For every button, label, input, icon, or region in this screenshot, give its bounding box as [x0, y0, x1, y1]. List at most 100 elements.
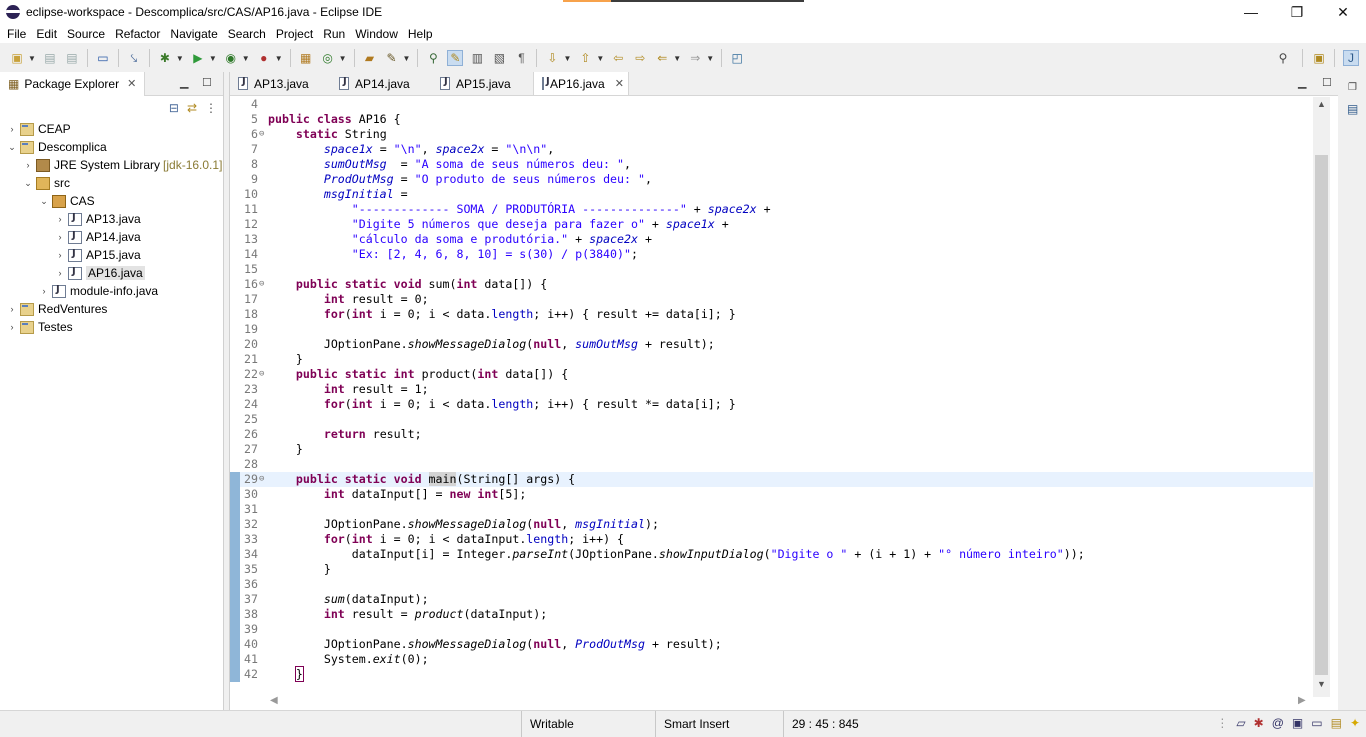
pin-editor-icon[interactable]: ◰ — [729, 50, 745, 66]
console-icon[interactable]: ▭ — [1311, 716, 1322, 730]
scroll-right-icon[interactable]: ▶ — [1298, 695, 1306, 706]
tip-lightbulb-icon[interactable]: ✦ — [1350, 716, 1360, 730]
vertical-scrollbar[interactable]: ▲ ▼ — [1313, 97, 1330, 697]
chevron-right-icon[interactable]: › — [6, 124, 18, 134]
open-type-icon[interactable]: ▰ — [362, 50, 378, 66]
new-dropdown-icon[interactable]: ▼ — [28, 54, 36, 63]
chevron-right-icon[interactable]: › — [6, 304, 18, 314]
tree-item[interactable]: › JRE System Library [jdk-16.0.1] — [0, 156, 223, 174]
close-view-icon[interactable]: ✕ — [127, 77, 136, 90]
run-dropdown-icon[interactable]: ▼ — [209, 54, 217, 63]
maximize-view-icon[interactable]: ☐ — [202, 76, 212, 89]
progress-icon[interactable]: ▤ — [1331, 716, 1342, 730]
chevron-right-icon[interactable]: › — [6, 322, 18, 332]
tree-item[interactable]: ⌄ src — [0, 174, 223, 192]
search-tool-icon[interactable]: ✎ — [384, 50, 400, 66]
chevron-right-icon[interactable]: › — [54, 250, 66, 260]
editor-tab[interactable]: AP14.java — [331, 72, 432, 95]
menu-window[interactable]: Window — [350, 27, 403, 41]
open-perspective-icon[interactable]: ▣ — [1311, 50, 1327, 66]
new-class-dropdown-icon[interactable]: ▼ — [339, 54, 347, 63]
chevron-right-icon[interactable]: › — [54, 214, 66, 224]
maximize-button[interactable]: ❐ — [1274, 0, 1320, 24]
editor-tab[interactable]: AP13.java — [230, 72, 331, 95]
mark-occurrences-icon[interactable]: ✎ — [447, 50, 464, 66]
tree-item[interactable]: › AP14.java — [0, 228, 223, 246]
maximize-editor-icon[interactable]: ☐ — [1322, 76, 1332, 89]
minimize-button[interactable]: — — [1228, 0, 1274, 24]
back-dropdown-icon[interactable]: ▼ — [673, 54, 681, 63]
close-tab-icon[interactable]: ✕ — [615, 77, 624, 90]
forward-edit-icon[interactable]: ⇨ — [632, 50, 648, 66]
run-icon[interactable]: ▶ — [190, 50, 206, 66]
new-icon[interactable]: ▣ — [9, 50, 25, 66]
toggle-annotation-icon[interactable]: ⚲ — [425, 50, 441, 66]
back-icon[interactable]: ⇐ — [654, 50, 670, 66]
terminal-icon[interactable]: ▭ — [95, 50, 111, 66]
tree-item[interactable]: › AP13.java — [0, 210, 223, 228]
chevron-right-icon[interactable]: › — [22, 160, 34, 170]
chevron-right-icon[interactable]: › — [54, 268, 66, 278]
new-java-package-icon[interactable]: ▦ — [298, 50, 314, 66]
outline-view-icon[interactable]: ▤ — [1347, 102, 1358, 116]
restore-icon[interactable]: ❐ — [1348, 82, 1357, 93]
tree-item[interactable]: ⌄ Descomplica — [0, 138, 223, 156]
external-tools-dropdown-icon[interactable]: ▼ — [275, 54, 283, 63]
editor-tab[interactable]: AP15.java — [432, 72, 533, 95]
chevron-down-icon[interactable]: ⌄ — [38, 196, 50, 207]
tree-item[interactable]: › Testes — [0, 318, 223, 336]
tree-item[interactable]: › AP16.java — [0, 264, 223, 282]
menu-run[interactable]: Run — [318, 27, 350, 41]
save-all-icon[interactable]: ▤ — [64, 50, 80, 66]
chevron-down-icon[interactable]: ⌄ — [6, 142, 18, 153]
tree-item[interactable]: › AP15.java — [0, 246, 223, 264]
menu-search[interactable]: Search — [223, 27, 271, 41]
save-icon[interactable]: ▤ — [42, 50, 58, 66]
skip-breakpoints-icon[interactable]: ⤥ — [126, 50, 142, 66]
java-perspective-icon[interactable]: J — [1343, 50, 1359, 66]
menu-source[interactable]: Source — [62, 27, 110, 41]
problems-icon[interactable]: ✱ — [1254, 716, 1264, 730]
view-menu-icon[interactable]: ⋮ — [205, 101, 217, 115]
chevron-down-icon[interactable]: ⌄ — [22, 178, 34, 189]
block-selection-icon[interactable]: ▧ — [491, 50, 507, 66]
editor-tab[interactable]: AP16.java ✕ — [533, 72, 629, 95]
scroll-left-icon[interactable]: ◀ — [270, 695, 278, 706]
menu-project[interactable]: Project — [271, 27, 318, 41]
external-tools-icon[interactable]: ● — [256, 50, 272, 66]
javadoc-icon[interactable]: @ — [1272, 716, 1284, 730]
previous-annotation-icon[interactable]: ⇧ — [577, 50, 593, 66]
minimize-view-icon[interactable]: ▁ — [180, 76, 188, 89]
scroll-down-icon[interactable]: ▼ — [1317, 679, 1326, 689]
tree-item[interactable]: ⌄ CAS — [0, 192, 223, 210]
chevron-right-icon[interactable]: › — [54, 232, 66, 242]
package-explorer-tab[interactable]: ▦ Package Explorer ✕ — [0, 71, 146, 96]
next-annotation-dropdown-icon[interactable]: ▼ — [563, 54, 571, 63]
previous-annotation-dropdown-icon[interactable]: ▼ — [596, 54, 604, 63]
menu-file[interactable]: File — [2, 27, 31, 41]
menu-refactor[interactable]: Refactor — [110, 27, 165, 41]
tasks-icon[interactable]: ▱ — [1236, 716, 1245, 730]
word-wrap-icon[interactable]: ▥ — [469, 50, 485, 66]
debug-icon[interactable]: ✱ — [157, 50, 173, 66]
new-java-class-icon[interactable]: ◎ — [320, 50, 336, 66]
tree-item[interactable]: › CEAP — [0, 120, 223, 138]
tree-item[interactable]: › module-info.java — [0, 282, 223, 300]
last-edit-location-icon[interactable]: ⇦ — [610, 50, 626, 66]
close-button[interactable]: ✕ — [1320, 0, 1366, 24]
tree-item[interactable]: › RedVentures — [0, 300, 223, 318]
next-annotation-icon[interactable]: ⇩ — [544, 50, 560, 66]
menu-help[interactable]: Help — [403, 27, 438, 41]
minimize-editor-icon[interactable]: ▁ — [1298, 76, 1306, 89]
forward-icon[interactable]: ⇒ — [687, 50, 703, 66]
debug-dropdown-icon[interactable]: ▼ — [176, 54, 184, 63]
forward-dropdown-icon[interactable]: ▼ — [706, 54, 714, 63]
menu-navigate[interactable]: Navigate — [165, 27, 222, 41]
vertical-scrollbar-thumb[interactable] — [1315, 155, 1328, 675]
search-dropdown-icon[interactable]: ▼ — [403, 54, 411, 63]
horizontal-scrollbar[interactable]: ◀ ▶ — [268, 694, 1313, 708]
code-editor[interactable]: 4 5 public class AP16 {6 ⊖ static String 7 s… — [230, 97, 1313, 683]
coverage-dropdown-icon[interactable]: ▼ — [242, 54, 250, 63]
collapse-all-icon[interactable]: ⊟ — [169, 101, 179, 115]
chevron-right-icon[interactable]: › — [38, 286, 50, 296]
